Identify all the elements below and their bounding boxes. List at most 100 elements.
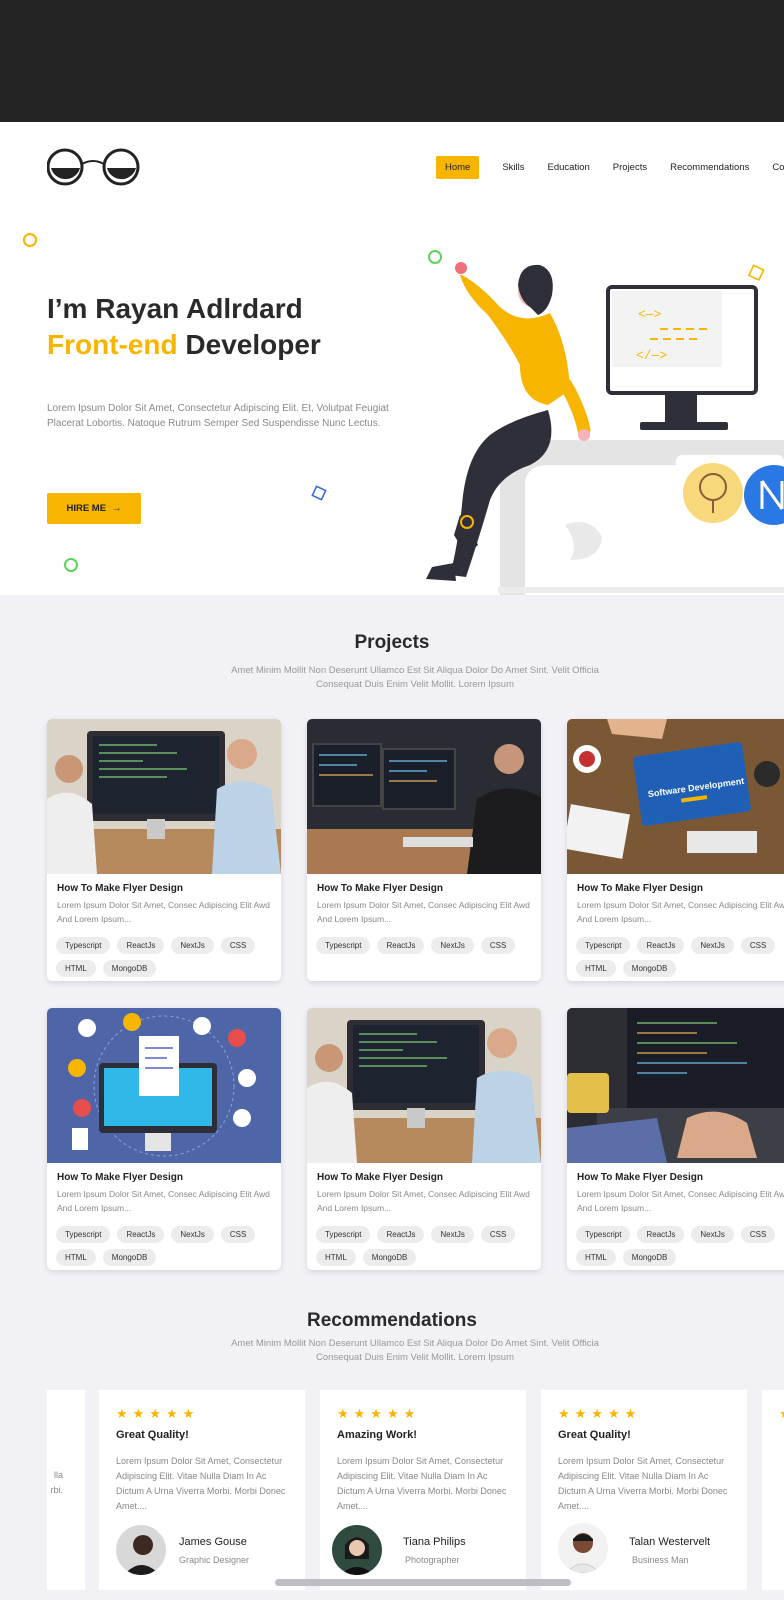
tag-css[interactable]: CSS [480,937,516,954]
tag-typescript[interactable]: Typescript [316,1226,371,1243]
tag-typescript[interactable]: Typescript [56,937,111,954]
nav-home[interactable]: Home [436,156,480,179]
hero-section: I’m Rayan Adlrdard Front-end Developer L… [0,215,784,595]
tag-typescript[interactable]: Typescript [576,937,631,954]
tag-nextjs[interactable]: NextJs [171,937,214,954]
recommender-name: Tiana Philips [403,1536,466,1548]
top-bar [0,0,784,122]
tag-list: Typescript ReactJs NextJs CSS HTML Mongo… [316,1226,541,1266]
project-card[interactable]: How To Make Flyer Design Lorem Ipsum Dol… [307,1008,541,1270]
project-card-title: How To Make Flyer Design [317,1172,443,1183]
tag-nextjs[interactable]: NextJs [431,1226,474,1243]
tag-nextjs[interactable]: NextJs [171,1226,214,1243]
recommender-role: Business Man [632,1555,689,1565]
tag-mongodb[interactable]: MongoDB [622,1249,677,1266]
recommender-role: Photographer [405,1555,460,1565]
project-card-title: How To Make Flyer Design [57,883,183,894]
tag-reactjs[interactable]: ReactJs [637,937,685,954]
nav-contact[interactable]: Con [772,162,784,173]
tag-css[interactable]: CSS [740,937,776,954]
partial-card-text-line: rbi. [50,1485,63,1495]
tag-nextjs[interactable]: NextJs [691,937,734,954]
recommendation-title: Amazing Work! [337,1429,417,1441]
avatar [116,1525,166,1575]
tag-css[interactable]: CSS [220,937,256,954]
hero-name-line: I’m Rayan Adlrdard [47,293,303,324]
tag-html[interactable]: HTML [316,1249,356,1266]
recommendation-text: Lorem Ipsum Dolor Sit Amet, Consectetur … [558,1456,728,1511]
tag-list: Typescript ReactJs NextJs CSS HTML Mongo… [56,1226,281,1266]
tag-reactjs[interactable]: ReactJs [117,937,165,954]
blue-diamond-deco-icon [311,485,327,501]
project-card-desc: Lorem Ipsum Dolor Sit Amet, Consec Adipi… [577,900,784,924]
project-image-software-development: Software Development [567,719,784,874]
nav-recommendations[interactable]: Recommendations [670,162,749,173]
tag-typescript[interactable]: Typescript [576,1226,631,1243]
hero-description: Lorem Ipsum Dolor Sit Amet, Consectetur … [47,403,389,429]
nav-education[interactable]: Education [548,162,590,173]
avatar [332,1525,382,1575]
tag-mongodb[interactable]: MongoDB [622,960,677,977]
project-card-title: How To Make Flyer Design [577,1172,703,1183]
tag-mongodb[interactable]: MongoDB [362,1249,417,1266]
horizontal-scrollbar[interactable] [275,1579,571,1586]
project-card-desc: Lorem Ipsum Dolor Sit Amet, Consec Adipi… [577,1189,784,1213]
tag-typescript[interactable]: Typescript [56,1226,111,1243]
project-card[interactable]: How To Make Flyer Design Lorem Ipsum Dol… [567,1008,784,1270]
hire-me-label: HIRE ME [66,503,107,514]
tag-reactjs[interactable]: ReactJs [377,937,425,954]
project-card-title: How To Make Flyer Design [317,883,443,894]
recommendation-card[interactable]: ★★★★★ Great Quality! Lorem Ipsum Dolor S… [99,1390,305,1590]
tag-html[interactable]: HTML [56,1249,96,1266]
recommendation-card[interactable]: ★★★★★ Amazing Work! Lorem Ipsum Dolor Si… [320,1390,526,1590]
tag-reactjs[interactable]: ReactJs [377,1226,425,1243]
recommendation-card-partial[interactable]: lla rbi. [47,1390,85,1590]
tag-nextjs[interactable]: NextJs [431,937,474,954]
projects-subtitle: Amet Minim Mollit Non Deserunt Ullamco E… [231,665,599,690]
tag-html[interactable]: HTML [576,960,616,977]
recommendation-card-partial[interactable]: ★ [762,1390,784,1590]
tag-html[interactable]: HTML [576,1249,616,1266]
recommendation-text: Lorem Ipsum Dolor Sit Amet, Consectetur … [116,1456,286,1511]
tag-css[interactable]: CSS [480,1226,516,1243]
tag-mongodb[interactable]: MongoDB [102,960,157,977]
tag-html[interactable]: HTML [56,960,96,977]
recommendation-card[interactable]: ★★★★★ Great Quality! Lorem Ipsum Dolor S… [541,1390,747,1590]
project-card-desc: Lorem Ipsum Dolor Sit Amet, Consec Adipi… [57,900,270,924]
project-image-two-developers [307,1008,541,1163]
yellow-circle-deco-icon [23,233,37,247]
recommender-role: Graphic Designer [179,1555,250,1565]
recommendations-title: Recommendations [307,1310,477,1331]
code-close-tag-text: </—> [636,348,667,363]
glasses-logo-icon[interactable] [47,146,141,186]
tag-reactjs[interactable]: ReactJs [117,1226,165,1243]
green-circle-deco-icon [64,558,78,572]
tag-typescript[interactable]: Typescript [316,937,371,954]
tag-list: Typescript ReactJs NextJs CSS HTML Mongo… [56,937,281,977]
star-rating: ★★★★★ [558,1406,642,1421]
tag-css[interactable]: CSS [220,1226,256,1243]
hire-me-button[interactable]: HIRE ME → [47,493,141,524]
hero-title: I’m Rayan Adlrdard Front-end Developer [47,291,321,363]
project-card-title: How To Make Flyer Design [57,1172,183,1183]
partial-card-text-line: lla [53,1470,63,1480]
tag-mongodb[interactable]: MongoDB [102,1249,157,1266]
project-card[interactable]: How To Make Flyer Design Lorem Ipsum Dol… [47,1008,281,1270]
tag-reactjs[interactable]: ReactJs [637,1226,685,1243]
project-image-laptop-coffee [567,1008,784,1163]
project-card[interactable]: How To Make Flyer Design Lorem Ipsum Dol… [307,719,541,981]
tag-nextjs[interactable]: NextJs [691,1226,734,1243]
recommender-name: James Gouse [179,1536,247,1548]
project-image-two-developers [47,719,281,874]
project-card[interactable]: How To Make Flyer Design Lorem Ipsum Dol… [47,719,281,981]
project-card[interactable]: Software Development How To Make Flyer D… [567,719,784,981]
recommendations-subtitle: Amet Minim Mollit Non Deserunt Ullamco E… [231,1338,599,1363]
projects-title: Projects [354,632,430,653]
project-image-web-icons [47,1008,281,1163]
recommendation-title: Great Quality! [116,1429,189,1441]
tag-css[interactable]: CSS [740,1226,776,1243]
nav-projects[interactable]: Projects [613,162,647,173]
nav-skills[interactable]: Skills [502,162,524,173]
developer-illustration: <—> </—> [426,250,784,595]
code-open-tag-text: <—> [638,307,662,322]
